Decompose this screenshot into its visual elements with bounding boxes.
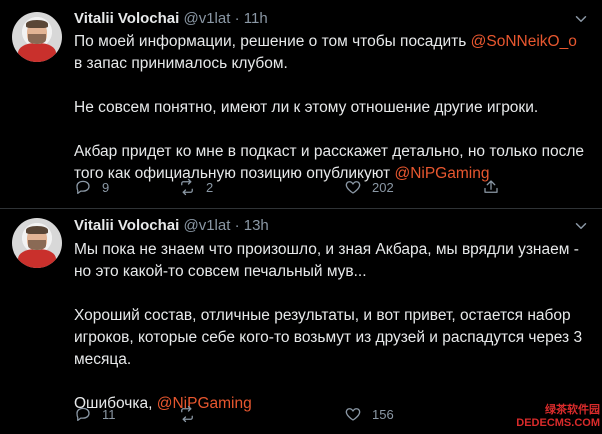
retweet-count: 2 bbox=[206, 179, 214, 195]
avatar-beard bbox=[28, 34, 46, 44]
like-button[interactable]: 202 bbox=[344, 177, 394, 197]
tweet-header: Vitalii Volochai @v1lat · 11h bbox=[74, 9, 268, 29]
tweet-timestamp[interactable]: 13h bbox=[244, 217, 269, 234]
reply-button[interactable]: 9 bbox=[74, 177, 109, 197]
text: Хороший состав, отличные результаты, и в… bbox=[74, 307, 583, 368]
watermark-line: DEDECMS.COM bbox=[516, 417, 600, 429]
avatar-shirt bbox=[18, 43, 56, 62]
text: Не совсем понятно, имеют ли к этому отно… bbox=[74, 99, 539, 116]
avatar[interactable] bbox=[12, 218, 62, 268]
tweet-paragraph: Хороший состав, отличные результаты, и в… bbox=[74, 305, 584, 371]
tweet[interactable]: Vitalii Volochai @v1lat · 13h Мы пока не… bbox=[0, 209, 602, 434]
tweet-text: По моей информации, решение о том чтобы … bbox=[74, 31, 584, 185]
retweet-icon bbox=[181, 405, 193, 423]
tweet-paragraph: Мы пока не знаем что произошло, и зная А… bbox=[74, 239, 584, 283]
separator-dot: · bbox=[234, 217, 240, 234]
reply-icon bbox=[76, 180, 90, 195]
avatar-shirt bbox=[18, 249, 56, 268]
share-button[interactable] bbox=[482, 177, 500, 197]
chevron-down-icon[interactable] bbox=[572, 217, 590, 235]
like-button[interactable]: 156 bbox=[344, 404, 394, 424]
watermark-logo: 绿茶软件园 DEDECMS.COM bbox=[494, 404, 600, 432]
avatar-hair bbox=[26, 20, 48, 28]
text: Мы пока не знаем что произошло, и зная А… bbox=[74, 241, 579, 280]
mention-link[interactable]: @SoNNeikO_o bbox=[471, 33, 577, 50]
author-handle[interactable]: @v1lat bbox=[183, 217, 230, 234]
share-icon bbox=[484, 180, 498, 193]
author-name[interactable]: Vitalii Volochai bbox=[74, 10, 179, 27]
text: По моей информации, решение о том чтобы … bbox=[74, 33, 471, 50]
tweet-actions: 11 156 bbox=[74, 404, 514, 424]
tweet[interactable]: Vitalii Volochai @v1lat · 11h По моей ин… bbox=[0, 0, 602, 209]
reply-icon bbox=[76, 407, 90, 422]
watermark-line: 绿茶软件园 bbox=[545, 404, 600, 416]
retweet-button[interactable]: 2 bbox=[178, 177, 213, 197]
reply-count: 11 bbox=[102, 406, 116, 422]
like-count: 202 bbox=[372, 179, 394, 195]
avatar-beard bbox=[28, 240, 46, 250]
separator-dot: · bbox=[234, 10, 240, 27]
chevron-down-icon[interactable] bbox=[572, 10, 590, 28]
avatar[interactable] bbox=[12, 12, 62, 62]
heart-icon bbox=[345, 408, 361, 421]
author-name[interactable]: Vitalii Volochai bbox=[74, 217, 179, 234]
like-count: 156 bbox=[372, 406, 394, 422]
tweet-header: Vitalii Volochai @v1lat · 13h bbox=[74, 216, 269, 236]
retweet-icon bbox=[181, 178, 193, 196]
reply-count: 9 bbox=[102, 179, 110, 195]
heart-icon bbox=[345, 181, 361, 194]
tweet-actions: 9 2 202 bbox=[74, 177, 514, 197]
author-handle[interactable]: @v1lat bbox=[183, 10, 230, 27]
avatar-hair bbox=[26, 226, 48, 234]
tweet-timestamp[interactable]: 11h bbox=[244, 10, 268, 27]
reply-button[interactable]: 11 bbox=[74, 404, 116, 424]
tweet-paragraph: Не совсем понятно, имеют ли к этому отно… bbox=[74, 97, 584, 119]
text: в запас принималось клубом. bbox=[74, 55, 288, 72]
retweet-button[interactable] bbox=[178, 404, 196, 424]
tweet-paragraph: По моей информации, решение о том чтобы … bbox=[74, 31, 584, 75]
tweet-text: Мы пока не знаем что произошло, и зная А… bbox=[74, 239, 584, 415]
